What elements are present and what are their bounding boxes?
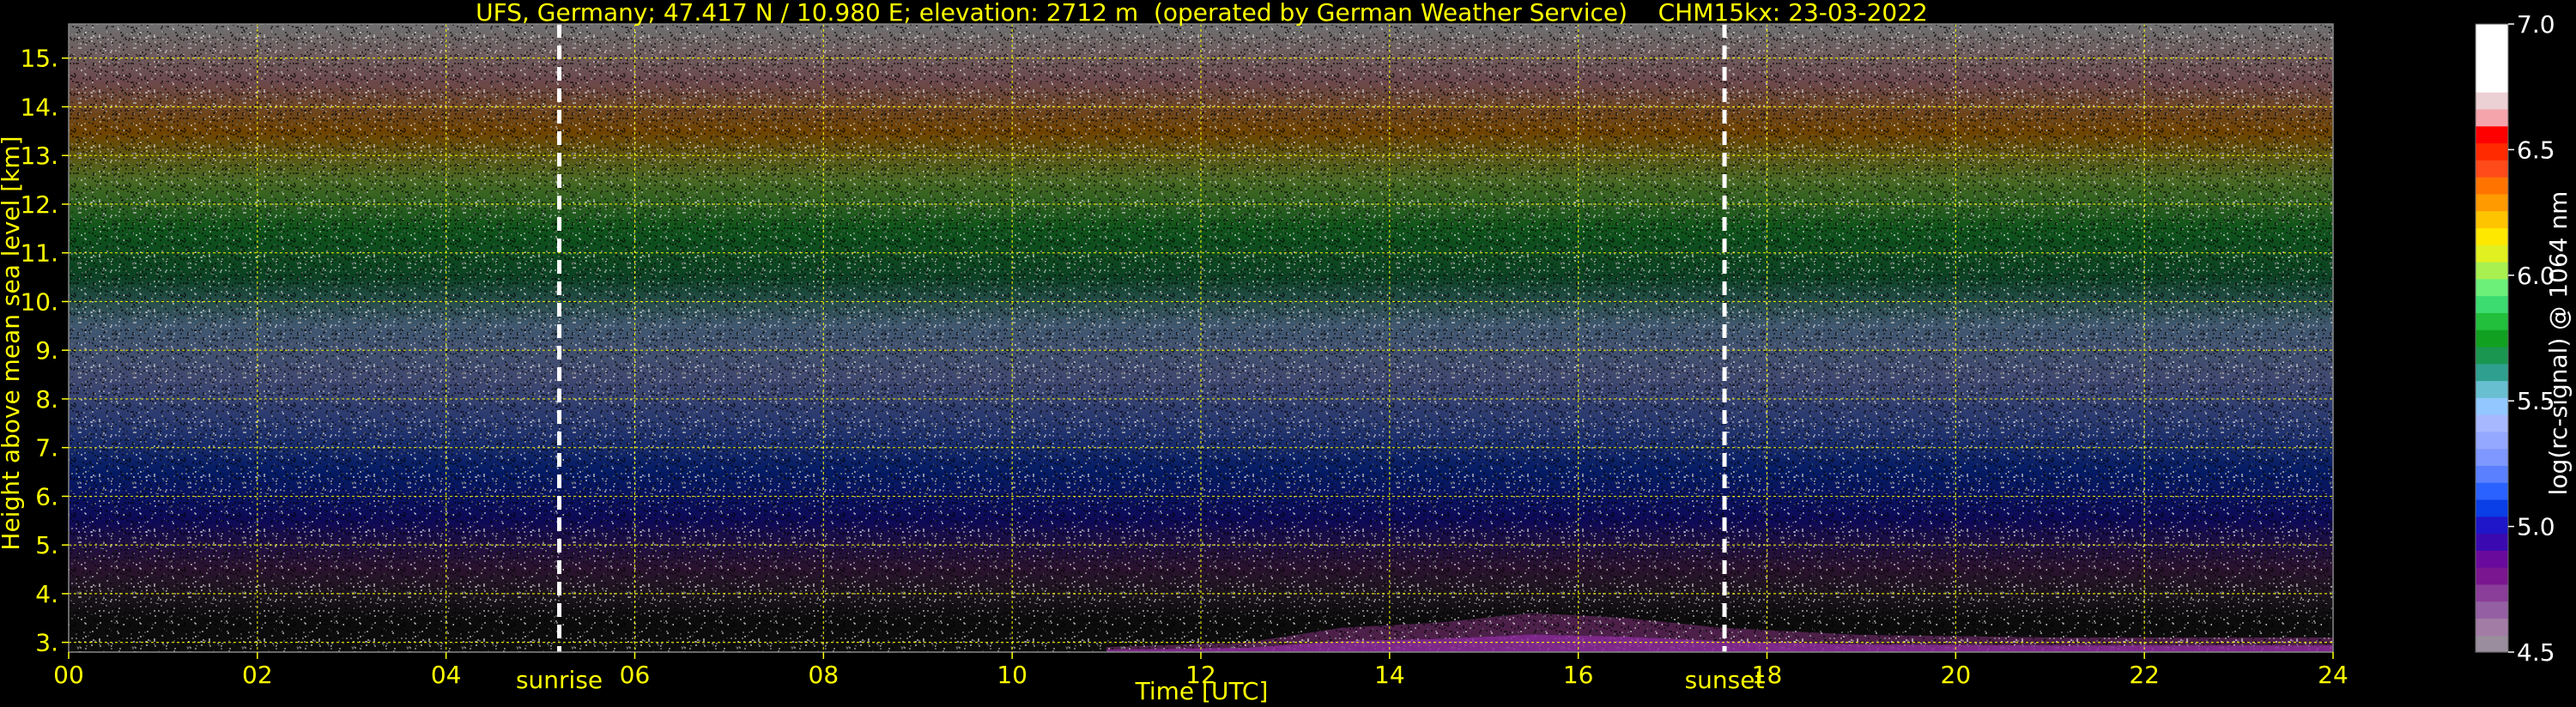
chart-title: UFS, Germany; 47.417 N / 10.980 E; eleva…	[476, 0, 1928, 27]
colorbar-segment	[2476, 431, 2508, 450]
colorbar-segment	[2476, 24, 2508, 42]
y-tick-label: 11.	[20, 239, 58, 268]
colorbar-segment	[2476, 295, 2508, 313]
x-tick-label: 14	[1374, 661, 1405, 689]
y-tick-label: 14.	[20, 93, 58, 121]
colorbar-segment	[2476, 329, 2508, 347]
colorbar-segment	[2476, 125, 2508, 144]
colorbar-segment	[2476, 397, 2508, 415]
colorbar-segment	[2476, 160, 2508, 178]
y-tick-label: 4.	[35, 580, 58, 608]
x-tick-label: 00	[53, 661, 84, 689]
y-tick-label: 3.	[35, 629, 58, 657]
y-tick-label: 5.	[35, 531, 58, 559]
y-tick-label: 8.	[35, 385, 58, 414]
colorbar-segment	[2476, 516, 2508, 535]
y-axis-label: Height above mean sea level [km]	[0, 136, 25, 550]
y-tick-label: 7.	[35, 434, 58, 462]
x-tick-label: 16	[1563, 661, 1594, 689]
colorbar-label: log(rc-signal) @ 1064 nm	[2544, 191, 2573, 496]
colorbar-tick-label: 4.5	[2517, 638, 2555, 667]
x-tick-label: 02	[242, 661, 273, 689]
x-tick-label: 18	[1752, 661, 1783, 689]
colorbar-segment	[2476, 635, 2508, 653]
colorbar-segment	[2476, 245, 2508, 263]
colorbar-tick-label: 7.0	[2517, 10, 2555, 39]
colorbar-segment	[2476, 533, 2508, 551]
colorbar-segment	[2476, 601, 2508, 619]
colorbar-segment	[2476, 75, 2508, 93]
colorbar-segment	[2476, 380, 2508, 398]
colorbar-segment	[2476, 414, 2508, 432]
y-tick-label: 15.	[20, 45, 58, 73]
colorbar-segment	[2476, 278, 2508, 297]
y-tick-label: 12.	[20, 190, 58, 219]
x-axis-label: Time [UTC]	[1135, 677, 1269, 705]
y-tick-label: 10.	[20, 287, 58, 316]
x-tick-label: 06	[620, 661, 651, 689]
colorbar-segment	[2476, 312, 2508, 330]
y-tick-label: 9.	[35, 336, 58, 365]
colorbar-segment	[2476, 210, 2508, 229]
colorbar-segment	[2476, 108, 2508, 127]
colorbar-segment	[2476, 142, 2508, 160]
colorbar-segment	[2476, 57, 2508, 76]
colorbar-segment	[2476, 346, 2508, 365]
sunrise-label: sunrise	[516, 666, 603, 694]
x-tick-label: 24	[2318, 661, 2349, 689]
colorbar-segment	[2476, 227, 2508, 245]
x-tick-label: 04	[431, 661, 462, 689]
colorbar-segment	[2476, 193, 2508, 212]
colorbar-segment	[2476, 499, 2508, 517]
x-tick-label: 20	[1941, 661, 1972, 689]
x-tick-label: 08	[809, 661, 839, 689]
colorbar-segment	[2476, 448, 2508, 466]
colorbar-segment	[2476, 482, 2508, 500]
colorbar-segment	[2476, 40, 2508, 59]
colorbar-segment	[2476, 583, 2508, 602]
colorbar-segment	[2476, 567, 2508, 585]
colorbar-segment	[2476, 261, 2508, 280]
y-tick-label: 13.	[20, 142, 58, 170]
y-tick-label: 6.	[35, 482, 58, 511]
colorbar-segment	[2476, 363, 2508, 382]
colorbar-segment	[2476, 550, 2508, 568]
colorbar-segment	[2476, 177, 2508, 195]
colorbar-segment	[2476, 465, 2508, 483]
x-tick-label: 10	[997, 661, 1027, 689]
colorbar-tick-label: 6.5	[2517, 136, 2555, 164]
x-tick-label: 22	[2129, 661, 2160, 689]
ceilometer-chart: sunrise sunset 00 02 04 06 08 10 12 14 16 18 20 22 24…	[0, 0, 2576, 707]
colorbar-segment	[2476, 92, 2508, 110]
colorbar-tick-label: 5.0	[2517, 513, 2555, 541]
colorbar-segment	[2476, 618, 2508, 636]
